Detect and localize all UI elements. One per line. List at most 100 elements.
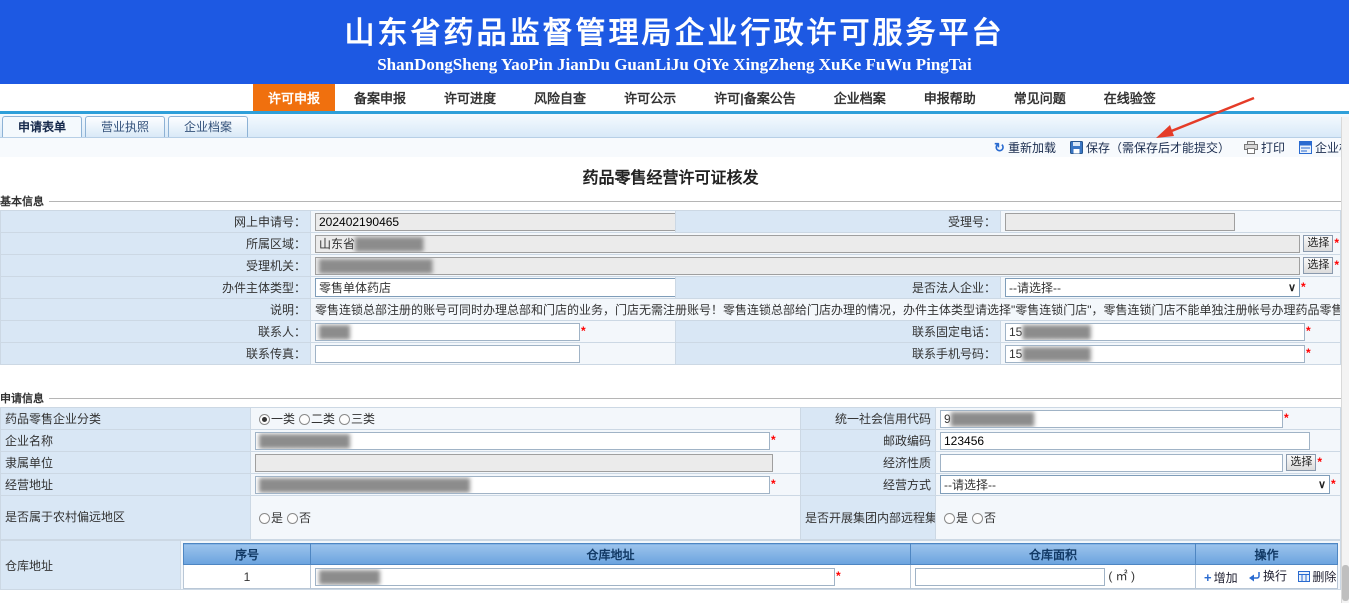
warehouse-address-label: 仓库地址 bbox=[1, 541, 181, 590]
print-button[interactable]: 打印 bbox=[1244, 139, 1285, 156]
accept-no-input[interactable] bbox=[1005, 213, 1235, 231]
nav-item-faq[interactable]: 常见问题 bbox=[1014, 84, 1066, 111]
nav-item-license-apply[interactable]: 许可申报 bbox=[253, 84, 335, 111]
reload-button[interactable]: ↻ 重新加载 bbox=[994, 139, 1056, 156]
radio-category-1[interactable] bbox=[259, 414, 270, 425]
radio-category-2[interactable] bbox=[299, 414, 310, 425]
add-row-button[interactable]: +增加 bbox=[1204, 569, 1238, 586]
remote-review-radiogroup: 是否 bbox=[936, 496, 1341, 540]
credit-code-label: 统一社会信用代码 bbox=[801, 408, 936, 430]
economic-choose-button[interactable]: 选择 bbox=[1286, 454, 1316, 471]
table-row: 联系人： ████* 联系固定电话： 15█████████* bbox=[1, 321, 1341, 343]
fax-input[interactable] bbox=[315, 345, 580, 363]
company-name-label: 企业名称 bbox=[1, 430, 251, 452]
warehouse-table: 序号 仓库地址 仓库面积 操作 1 ████████* ( ㎡ ) +增加 换行 bbox=[183, 543, 1338, 589]
contact-person-input[interactable]: ████ bbox=[315, 323, 580, 341]
required-mark: * bbox=[771, 477, 776, 491]
print-label: 打印 bbox=[1261, 139, 1285, 156]
authority-choose-button[interactable]: 选择 bbox=[1303, 257, 1333, 274]
nav-item-record-apply[interactable]: 备案申报 bbox=[354, 84, 406, 111]
landline-input[interactable]: 15█████████ bbox=[1005, 323, 1305, 341]
accept-authority-label: 受理机关： bbox=[1, 255, 311, 277]
retail-category-label: 药品零售企业分类 bbox=[1, 408, 251, 430]
section-apply-info: 申请信息 bbox=[0, 391, 1341, 405]
accept-authority-input[interactable]: ███████████████ bbox=[315, 257, 1300, 275]
area-unit: ( ㎡ ) bbox=[1108, 569, 1135, 583]
tab-business-license[interactable]: 营业执照 bbox=[85, 116, 165, 137]
required-mark: * bbox=[1306, 324, 1311, 338]
business-address-label: 经营地址 bbox=[1, 474, 251, 496]
nav-item-online-verify-sign[interactable]: 在线验签 bbox=[1104, 84, 1156, 111]
table-row: 经营地址 ████████████████████████████* 经营方式 … bbox=[1, 474, 1341, 496]
warehouse-row-no: 1 bbox=[184, 565, 311, 589]
redacted-text: █████████ bbox=[1022, 325, 1090, 339]
col-seq-no: 序号 bbox=[184, 544, 311, 565]
nav-item-license-publicity[interactable]: 许可公示 bbox=[624, 84, 676, 111]
region-choose-button[interactable]: 选择 bbox=[1303, 235, 1333, 252]
company-name-input[interactable]: ████████████ bbox=[255, 432, 770, 450]
remote-review-label: 是否开展集团内部远程集中审核处方 bbox=[801, 496, 936, 540]
mobile-input[interactable]: 15█████████ bbox=[1005, 345, 1305, 363]
redacted-text: ████████████ bbox=[259, 434, 349, 448]
parent-unit-input[interactable] bbox=[255, 454, 773, 472]
required-mark: * bbox=[836, 569, 841, 583]
nav-item-license-record-notice[interactable]: 许可|备案公告 bbox=[714, 84, 796, 111]
save-button[interactable]: 保存（需保存后才能提交） bbox=[1070, 139, 1230, 156]
required-mark: * bbox=[1301, 280, 1306, 294]
site-title: 山东省药品监督管理局企业行政许可服务平台 bbox=[0, 8, 1349, 52]
nav-item-apply-help[interactable]: 申报帮助 bbox=[924, 84, 976, 111]
credit-code-input[interactable]: 9███████████ bbox=[940, 410, 1283, 428]
contact-person-label: 联系人： bbox=[1, 321, 311, 343]
radio-remote-no[interactable] bbox=[972, 513, 983, 524]
save-label: 保存（需保存后才能提交） bbox=[1086, 139, 1230, 156]
region-label: 所属区域： bbox=[1, 233, 311, 255]
plus-icon: + bbox=[1204, 571, 1212, 584]
enterprise-verify-icon bbox=[1299, 141, 1312, 154]
redacted-text: ████████████████████████████ bbox=[259, 478, 469, 492]
delete-table-icon bbox=[1298, 571, 1310, 582]
table-row: 隶属单位 经济性质 选择* bbox=[1, 452, 1341, 474]
reload-label: 重新加载 bbox=[1008, 139, 1056, 156]
wrap-row-button[interactable]: 换行 bbox=[1249, 567, 1287, 584]
online-apply-no-input[interactable] bbox=[315, 213, 676, 231]
region-input[interactable]: 山东省█████████ bbox=[315, 235, 1300, 253]
table-row: 受理机关： ███████████████ 选择* bbox=[1, 255, 1341, 277]
warehouse-area-input[interactable] bbox=[915, 568, 1105, 586]
landline-label: 联系固定电话： bbox=[676, 321, 1001, 343]
nav-item-enterprise-archive[interactable]: 企业档案 bbox=[834, 84, 886, 111]
tab-application-form[interactable]: 申请表单 bbox=[2, 116, 82, 137]
subject-type-label: 办件主体类型： bbox=[1, 277, 311, 299]
radio-remote-yes[interactable] bbox=[944, 513, 955, 524]
nav-item-license-progress[interactable]: 许可进度 bbox=[444, 84, 496, 111]
tab-enterprise-archive[interactable]: 企业档案 bbox=[168, 116, 248, 137]
redacted-text: ███████████████ bbox=[319, 259, 432, 273]
radio-rural-no[interactable] bbox=[287, 513, 298, 524]
form-title: 药品零售经营许可证核发 bbox=[0, 159, 1341, 194]
wrap-arrow-icon bbox=[1249, 570, 1261, 582]
scrollbar-thumb[interactable] bbox=[1342, 565, 1349, 601]
retail-category-radiogroup: 一类二类三类 bbox=[251, 408, 801, 430]
is-legal-entity-select[interactable]: --请选择--∨ bbox=[1005, 278, 1300, 297]
postcode-input[interactable] bbox=[940, 432, 1310, 450]
chevron-down-icon: ∨ bbox=[1318, 478, 1326, 491]
col-operation: 操作 bbox=[1196, 544, 1338, 565]
radio-rural-yes[interactable] bbox=[259, 513, 270, 524]
economic-nature-input[interactable] bbox=[940, 454, 1283, 472]
site-subtitle: ShanDongSheng YaoPin JianDu GuanLiJu QiY… bbox=[0, 55, 1349, 75]
page: 山东省药品监督管理局企业行政许可服务平台 ShanDongSheng YaoPi… bbox=[0, 0, 1349, 603]
table-row: 是否属于农村偏远地区 是否 是否开展集团内部远程集中审核处方 是否 bbox=[1, 496, 1341, 540]
redacted-text: █████████ bbox=[1022, 347, 1090, 361]
warehouse-block: 仓库地址 序号 仓库地址 仓库面积 操作 1 ████████* bbox=[0, 540, 1341, 590]
subject-type-select[interactable]: 零售单体药店∨ bbox=[315, 278, 676, 297]
nav-item-risk-selfcheck[interactable]: 风险自查 bbox=[534, 84, 586, 111]
business-address-input[interactable]: ████████████████████████████ bbox=[255, 476, 770, 494]
radio-category-3[interactable] bbox=[339, 414, 350, 425]
warehouse-address-input[interactable]: ████████ bbox=[315, 568, 835, 586]
vertical-scrollbar[interactable] bbox=[1341, 117, 1349, 603]
business-mode-select[interactable]: --请选择--∨ bbox=[940, 475, 1330, 494]
required-mark: * bbox=[771, 433, 776, 447]
site-header: 山东省药品监督管理局企业行政许可服务平台 ShanDongSheng YaoPi… bbox=[0, 0, 1349, 84]
redacted-text: █████████ bbox=[355, 237, 423, 251]
delete-row-button[interactable]: 删除 bbox=[1298, 568, 1336, 585]
chevron-down-icon: ∨ bbox=[1288, 281, 1296, 294]
